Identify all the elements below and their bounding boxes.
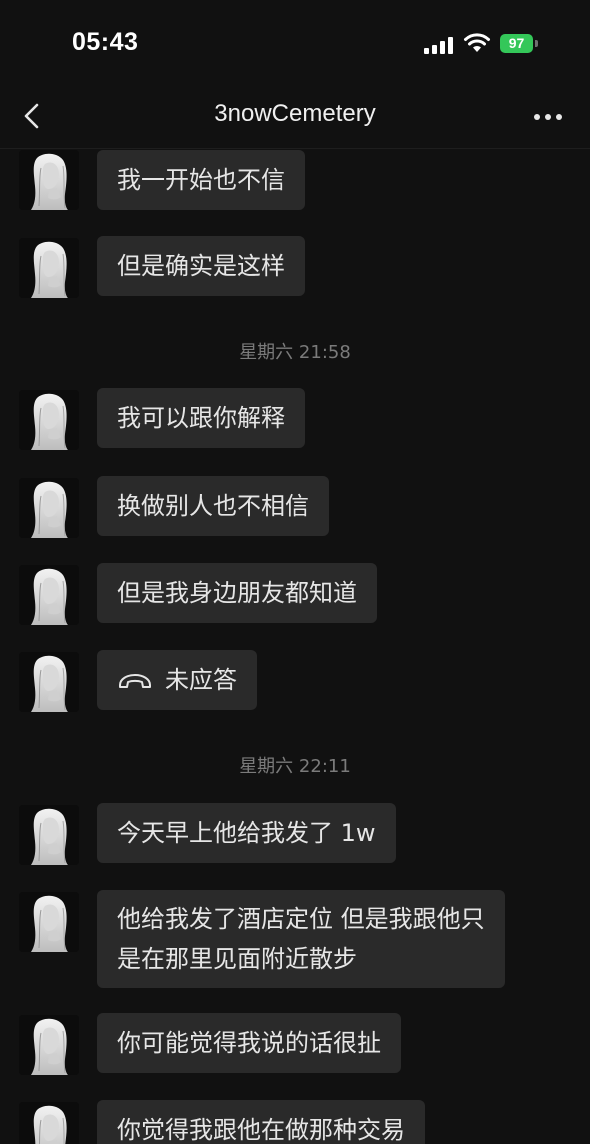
contact-avatar[interactable]	[19, 805, 79, 865]
message-bubble[interactable]: 我一开始也不信	[97, 150, 305, 210]
message-bubble[interactable]: 但是我身边朋友都知道	[97, 563, 377, 623]
message-bubble[interactable]: 换做别人也不相信	[97, 476, 329, 536]
missed-call-icon	[119, 674, 151, 688]
contact-avatar[interactable]	[19, 390, 79, 450]
message-bubble[interactable]: 但是确实是这样	[97, 236, 305, 296]
status-bar: 05:43 97	[0, 0, 590, 88]
message-timestamp: 星期六 22:11	[239, 756, 351, 777]
message-bubble[interactable]: 今天早上他给我发了 1w	[97, 803, 396, 863]
contact-avatar[interactable]	[19, 565, 79, 625]
message-timestamp: 星期六 21:58	[239, 342, 351, 363]
message-bubble[interactable]: 你可能觉得我说的话很扯	[97, 1013, 401, 1073]
message-bubble[interactable]: 你觉得我跟他在做那种交易	[97, 1100, 425, 1144]
chat-screen: 05:43 97 3nowCemetery 我一开始也不信 但是确实是这样 星期…	[0, 0, 590, 1144]
contact-avatar[interactable]	[19, 1102, 79, 1144]
contact-avatar[interactable]	[19, 238, 79, 298]
contact-avatar[interactable]	[19, 150, 79, 210]
more-options-button[interactable]	[526, 100, 570, 134]
battery-level: 97	[508, 35, 525, 51]
cellular-signal-icon	[424, 36, 454, 54]
contact-avatar[interactable]	[19, 1015, 79, 1075]
contact-avatar[interactable]	[19, 478, 79, 538]
nav-bar: 3nowCemetery	[0, 88, 590, 149]
contact-avatar[interactable]	[19, 892, 79, 952]
contact-avatar[interactable]	[19, 652, 79, 712]
chat-title[interactable]: 3nowCemetery	[0, 100, 590, 128]
message-bubble[interactable]: 我可以跟你解释	[97, 388, 305, 448]
battery-cap	[535, 40, 538, 47]
missed-call-label: 未应答	[165, 666, 237, 694]
battery-indicator: 97	[500, 34, 533, 53]
wifi-icon	[464, 33, 490, 52]
status-time: 05:43	[72, 28, 139, 56]
message-bubble[interactable]: 他给我发了酒店定位 但是我跟他只是在那里见面附近散步	[97, 890, 505, 988]
missed-call-bubble[interactable]: 未应答	[97, 650, 257, 710]
